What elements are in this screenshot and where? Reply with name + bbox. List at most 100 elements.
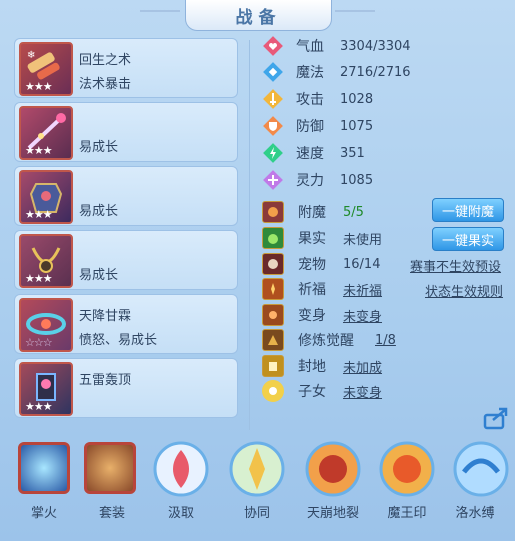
heart-icon: [262, 35, 284, 57]
status-rules-link[interactable]: 状态生效规则: [425, 281, 503, 300]
feature-value[interactable]: 未加成: [343, 357, 382, 376]
stat-mp: 魔法 2716/2716: [262, 60, 411, 84]
stat-spirit: 灵力 1085: [262, 168, 373, 192]
equipment-item[interactable]: ☆☆☆ 天降甘霖 愤怒、易成长: [14, 294, 238, 354]
sun-icon: [262, 380, 284, 402]
skill-label: 协同: [243, 506, 270, 521]
skill-label: 套装: [98, 506, 125, 521]
feature-label: 修炼觉醒: [298, 333, 354, 349]
necklace-icon: ★★★: [19, 234, 73, 288]
stat-label: 魔法: [296, 65, 324, 81]
feature-label: 祈福: [298, 282, 326, 298]
panel-title: 战备: [185, 0, 332, 31]
feature-fruit: 果实 未使用: [262, 226, 382, 250]
fruit-icon: [262, 227, 284, 249]
stat-label: 攻击: [296, 92, 324, 108]
equipment-item[interactable]: ★★★ 易成长: [14, 230, 238, 290]
diamond-icon: [262, 61, 284, 83]
feature-pet: 宠物 16/14: [262, 252, 380, 276]
feature-label: 变身: [298, 308, 326, 324]
item-desc: 易成长: [79, 140, 119, 155]
stat-label: 速度: [296, 146, 324, 162]
skill-label: 天崩地裂: [306, 506, 359, 521]
stat-value: 1075: [340, 118, 374, 134]
stat-value: 2716/2716: [340, 64, 411, 80]
spirit-icon: [262, 169, 284, 191]
feature-transform: 变身 未变身: [262, 303, 382, 327]
share-icon[interactable]: [483, 405, 509, 431]
svg-text:❄: ❄: [27, 50, 35, 61]
feature-value: 未使用: [343, 232, 383, 248]
equipment-item[interactable]: ★★★ 易成长: [14, 102, 238, 162]
stat-value: 351: [340, 145, 365, 161]
stat-defense: 防御 1075: [262, 114, 373, 138]
armor-icon: ★★★: [19, 170, 73, 224]
item-desc: 易成长: [79, 204, 119, 219]
stat-label: 防御: [296, 119, 324, 135]
star-rating: ★★★: [25, 400, 53, 413]
skill-palm-fire[interactable]: [18, 442, 70, 494]
attack-icon: [262, 88, 284, 110]
one-click-enchant-button[interactable]: 一键附魔: [432, 198, 504, 222]
feature-value: 5/5: [343, 204, 364, 220]
tournament-preset-link[interactable]: 赛事不生效预设: [410, 256, 501, 275]
stat-speed: 速度 351: [262, 141, 365, 165]
feature-blessing: 祈福 未祈福: [262, 277, 382, 301]
shield-icon: [262, 115, 284, 137]
equipment-item[interactable]: ★★★ 易成长: [14, 166, 238, 226]
one-click-fruit-button[interactable]: 一键果实: [432, 227, 504, 251]
skill-absorb[interactable]: [152, 440, 210, 498]
weapon-icon: ★★★: [19, 106, 73, 160]
skill-earth-split[interactable]: [304, 440, 362, 498]
equipment-list: ❄ ★★★ 回生之术 法术暴击 ★★★ 易成长 ★★★ 易成长 ★★★ 易成长 …: [14, 34, 240, 426]
item-name: 五雷轰顶: [79, 373, 132, 388]
equipment-item[interactable]: ❄ ★★★ 回生之术 法术暴击: [14, 38, 238, 98]
speed-icon: [262, 142, 284, 164]
skill-label: 洛水缚: [455, 506, 495, 521]
equipment-item[interactable]: ★★★ 五雷轰顶: [14, 358, 238, 418]
star-rating: ★★★: [25, 144, 53, 157]
fief-icon: [262, 355, 284, 377]
transform-icon: [262, 304, 284, 326]
stat-hp: 气血 3304/3304: [262, 34, 411, 58]
item-name: 回生之术: [79, 53, 132, 68]
star-rating: ★★★: [25, 80, 53, 93]
scroll-icon: ❄ ★★★: [19, 42, 73, 96]
star-rating: ☆☆☆: [25, 336, 53, 349]
feature-value[interactable]: 未祈福: [343, 280, 382, 299]
star-rating: ★★★: [25, 208, 53, 221]
feature-label: 附魔: [298, 205, 326, 221]
stat-label: 灵力: [296, 173, 324, 189]
item-desc: 法术暴击: [79, 77, 132, 92]
feature-value: 16/14: [343, 256, 381, 272]
stat-label: 气血: [296, 39, 324, 55]
star-rating: ★★★: [25, 272, 53, 285]
skill-demon-seal[interactable]: [378, 440, 436, 498]
enchant-icon: [262, 201, 284, 223]
skill-water-bind[interactable]: [452, 440, 510, 498]
skill-set[interactable]: [84, 442, 136, 494]
item-desc: 易成长: [79, 268, 119, 283]
feature-value[interactable]: 未变身: [343, 382, 382, 401]
cultivation-icon: [262, 329, 284, 351]
stat-value: 3304/3304: [340, 38, 411, 54]
feature-child: 子女 未变身: [262, 379, 382, 403]
divider: [249, 40, 250, 430]
feature-value[interactable]: 未变身: [343, 306, 382, 325]
skill-synergy[interactable]: [228, 440, 286, 498]
feature-label: 宠物: [298, 257, 326, 273]
item-desc: 愤怒、易成长: [79, 333, 158, 348]
feature-value[interactable]: 1/8: [375, 333, 396, 348]
belt-icon: ☆☆☆: [19, 298, 73, 352]
header-ornament-right: [335, 10, 375, 12]
skill-label: 汲取: [167, 506, 194, 521]
feature-fief: 封地 未加成: [262, 354, 382, 378]
boots-icon: ★★★: [19, 362, 73, 416]
feature-label: 果实: [298, 231, 326, 247]
item-name: 天降甘霖: [79, 309, 132, 324]
feature-label: 子女: [298, 384, 326, 400]
blessing-icon: [262, 278, 284, 300]
stat-value: 1028: [340, 91, 374, 107]
header-ornament-left: [140, 10, 180, 12]
feature-enchant: 附魔 5/5: [262, 200, 364, 224]
